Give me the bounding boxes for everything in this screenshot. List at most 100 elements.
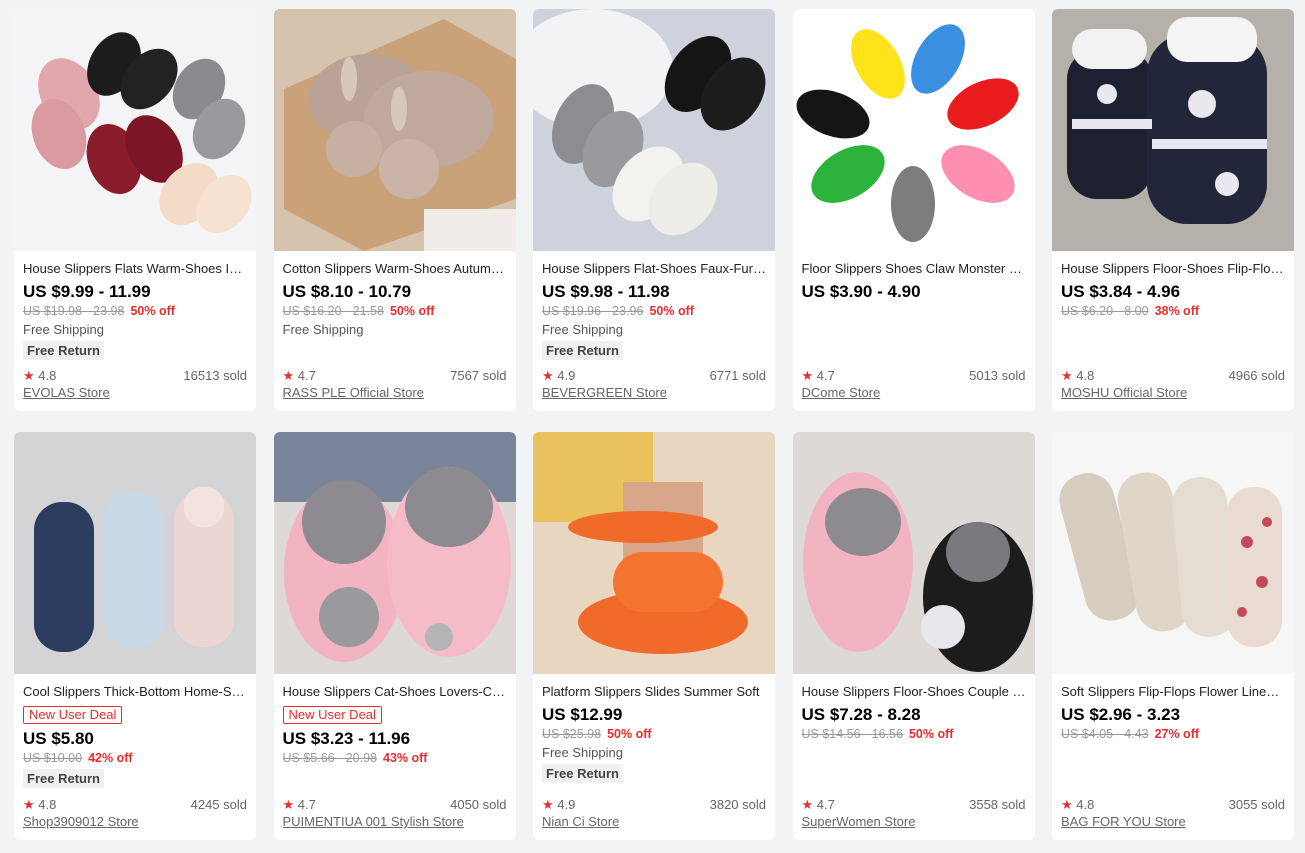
product-title[interactable]: House Slippers Floor-Shoes Couple Cat	[802, 683, 1026, 701]
rating: ★ 4.8	[1061, 367, 1094, 384]
product-title[interactable]: House Slippers Flats Warm-Shoes Indoor	[23, 260, 247, 278]
rating-value: 4.7	[297, 368, 316, 383]
card-footer: ★ 4.8 4966 sold MOSHU Official Store	[1061, 367, 1285, 401]
product-title[interactable]: Cool Slippers Thick-Bottom Home-Shoes	[23, 683, 247, 701]
rating: ★ 4.8	[23, 796, 56, 813]
product-title[interactable]: House Slippers Flat-Shoes Faux-Fur Cross	[542, 260, 766, 278]
free-return-badge: Free Return	[542, 764, 623, 783]
rating: ★ 4.7	[802, 367, 835, 384]
discount-label: 43% off	[383, 751, 428, 765]
free-shipping-label: Free Shipping	[542, 745, 623, 760]
product-price: US $9.98 - 11.98	[542, 282, 670, 301]
rating-value: 4.8	[1076, 368, 1095, 383]
discount-label: 38% off	[1154, 304, 1200, 318]
star-icon: ★	[282, 797, 295, 812]
free-return-badge: Free Return	[542, 341, 623, 360]
store-link[interactable]: BAG FOR YOU Store	[1061, 813, 1285, 830]
rating: ★ 4.7	[283, 796, 316, 813]
original-price-row: US $14.56 - 16.56 50% off	[802, 725, 1026, 743]
product-card[interactable]: House Slippers Floor-Shoes Flip-Flops Bo…	[1052, 9, 1294, 411]
product-card[interactable]: House Slippers Flat-Shoes Faux-Fur Cross…	[533, 9, 775, 411]
product-card[interactable]: Soft Slippers Flip-Flops Flower Linen Ho…	[1052, 432, 1294, 840]
free-return-badge: Free Return	[23, 769, 104, 788]
product-image[interactable]	[1052, 432, 1294, 674]
product-grid: House Slippers Flats Warm-Shoes Indoor US…	[14, 9, 1294, 840]
product-image[interactable]	[533, 432, 775, 674]
discount-label: 50% off	[649, 304, 694, 318]
product-card[interactable]: Floor Slippers Shoes Claw Monster Paw US …	[792, 9, 1035, 411]
product-card[interactable]: Platform Slippers Slides Summer Soft US $…	[533, 432, 775, 840]
product-image[interactable]	[533, 9, 775, 251]
product-image[interactable]	[792, 432, 1035, 674]
new-user-deal-badge: New User Deal	[23, 706, 123, 724]
card-footer: ★ 4.9 3820 sold Nian Ci Store	[542, 796, 766, 830]
rating-value: 4.7	[297, 797, 316, 812]
product-image[interactable]	[14, 9, 256, 251]
product-card[interactable]: House Slippers Cat-Shoes Lovers-Cartoon N…	[273, 432, 516, 840]
card-footer: ★ 4.8 3055 sold BAG FOR YOU Store	[1061, 796, 1285, 830]
rating: ★ 4.9	[542, 796, 575, 813]
original-price: US $25.98	[542, 727, 602, 741]
store-link[interactable]: MOSHU Official Store	[1061, 384, 1285, 401]
original-price-row: US $5.66 - 20.98 43% off	[283, 749, 507, 767]
rating: ★ 4.8	[1061, 796, 1094, 813]
rating-value: 4.9	[557, 797, 576, 812]
discount-label: 27% off	[1154, 727, 1200, 741]
product-title[interactable]: Platform Slippers Slides Summer Soft	[542, 683, 766, 701]
star-icon: ★	[23, 368, 35, 383]
discount-label: 50% off	[607, 727, 652, 741]
rating-value: 4.9	[557, 368, 576, 383]
card-footer: ★ 4.8 4245 sold Shop3909012 Store	[23, 796, 247, 830]
product-card[interactable]: House Slippers Floor-Shoes Couple Cat US …	[792, 432, 1035, 840]
store-link[interactable]: EVOLAS Store	[23, 384, 247, 401]
sold-count: 3558 sold	[969, 797, 1026, 812]
original-price: US $14.56 - 16.56	[801, 727, 903, 741]
store-link[interactable]: SuperWomen Store	[802, 813, 1026, 830]
product-image[interactable]	[14, 432, 256, 674]
product-card[interactable]: Cotton Slippers Warm-Shoes Autumn Winter…	[273, 9, 516, 411]
sold-count: 5013 sold	[969, 368, 1026, 383]
star-icon: ★	[542, 368, 554, 383]
original-price-row: US $25.98 50% off	[542, 725, 766, 743]
store-link[interactable]: RASS PLE Official Store	[283, 384, 507, 401]
product-title[interactable]: House Slippers Cat-Shoes Lovers-Cartoon	[283, 683, 507, 701]
free-shipping-label: Free Shipping	[23, 322, 104, 337]
product-card[interactable]: House Slippers Flats Warm-Shoes Indoor US…	[14, 9, 256, 411]
original-price-row: US $19.96 - 23.96 50% off	[542, 302, 766, 320]
rating-value: 4.7	[816, 797, 835, 812]
store-link[interactable]: PUIMENTIUA 001 Stylish Store	[283, 813, 507, 830]
card-footer: ★ 4.8 16513 sold EVOLAS Store	[23, 367, 247, 401]
original-price: US $16.20 - 21.58	[282, 304, 384, 318]
star-icon: ★	[1061, 368, 1073, 383]
product-image[interactable]	[792, 9, 1035, 251]
card-footer: ★ 4.7 3558 sold SuperWomen Store	[802, 796, 1026, 830]
store-link[interactable]: Shop3909012 Store	[23, 813, 247, 830]
free-shipping-label: Free Shipping	[282, 322, 364, 337]
star-icon: ★	[23, 797, 35, 812]
product-card[interactable]: Cool Slippers Thick-Bottom Home-Shoes New…	[14, 432, 256, 840]
original-price-row: US $4.05 - 4.43 27% off	[1061, 725, 1285, 743]
product-title[interactable]: Floor Slippers Shoes Claw Monster Paw	[802, 260, 1026, 278]
original-price-row: US $6.20 - 8.00 38% off	[1061, 302, 1285, 320]
product-image[interactable]	[273, 432, 516, 674]
product-image[interactable]	[1052, 9, 1294, 251]
product-title[interactable]: Soft Slippers Flip-Flops Flower Linen Ho…	[1061, 683, 1285, 701]
rating: ★ 4.7	[283, 367, 316, 384]
product-price: US $8.10 - 10.79	[282, 282, 412, 301]
product-price: US $9.99 - 11.99	[23, 282, 151, 301]
store-link[interactable]: DCome Store	[802, 384, 1026, 401]
card-footer: ★ 4.9 6771 sold BEVERGREEN Store	[542, 367, 766, 401]
sold-count: 4245 sold	[190, 797, 247, 812]
star-icon: ★	[282, 368, 295, 383]
product-title[interactable]: House Slippers Floor-Shoes Flip-Flops Bo…	[1061, 260, 1285, 278]
store-link[interactable]: Nian Ci Store	[542, 813, 766, 830]
sold-count: 3820 sold	[709, 797, 766, 812]
discount-label: 42% off	[88, 751, 133, 765]
new-user-deal-badge: New User Deal	[282, 706, 382, 724]
rating-value: 4.8	[38, 368, 57, 383]
rating-value: 4.8	[1076, 797, 1095, 812]
product-image[interactable]	[273, 9, 516, 251]
store-link[interactable]: BEVERGREEN Store	[542, 384, 766, 401]
card-footer: ★ 4.7 5013 sold DCome Store	[802, 367, 1026, 401]
product-title[interactable]: Cotton Slippers Warm-Shoes Autumn Winter	[283, 260, 507, 278]
